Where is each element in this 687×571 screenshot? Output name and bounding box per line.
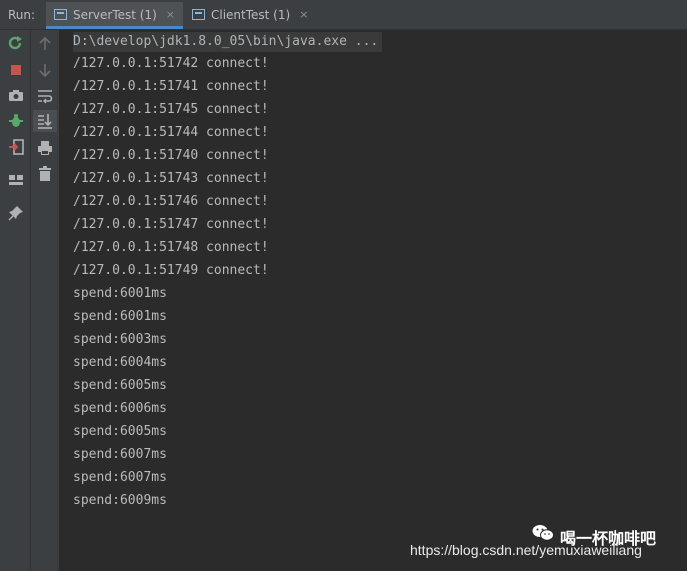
print-icon[interactable]: [37, 140, 53, 156]
console-line: /127.0.0.1:51742 connect!: [73, 56, 269, 71]
console-line: /127.0.0.1:51749 connect!: [73, 263, 269, 278]
console-line: /127.0.0.1:51746 connect!: [73, 194, 269, 209]
console-line: /127.0.0.1:51744 connect!: [73, 125, 269, 140]
scroll-to-end-icon[interactable]: [37, 113, 53, 129]
rerun-icon[interactable]: [8, 36, 24, 52]
trash-icon[interactable]: [37, 166, 53, 182]
console-toolbar: [31, 30, 60, 571]
console-output[interactable]: D:\develop\jdk1.8.0_05\bin\java.exe ... …: [61, 30, 687, 571]
tab-client-test[interactable]: ClientTest (1) ×: [184, 2, 316, 29]
tab-server-test[interactable]: ServerTest (1) ×: [46, 2, 184, 29]
debug-icon[interactable]: [8, 113, 24, 129]
close-icon[interactable]: ×: [166, 8, 175, 26]
camera-icon[interactable]: [8, 87, 24, 103]
up-arrow-icon[interactable]: [37, 36, 53, 52]
exit-icon[interactable]: [8, 139, 24, 155]
close-icon[interactable]: ×: [299, 8, 308, 29]
console-line: /127.0.0.1:51740 connect!: [73, 148, 269, 163]
console-icon: [192, 9, 205, 20]
command-line[interactable]: D:\develop\jdk1.8.0_05\bin\java.exe ...: [73, 32, 383, 52]
console-line: spend:6007ms: [73, 447, 167, 462]
console-line: /127.0.0.1:51743 connect!: [73, 171, 269, 186]
layout-icon[interactable]: [8, 172, 24, 188]
console-line: spend:6005ms: [73, 378, 167, 393]
wechat-icon: [532, 525, 554, 541]
pin-icon[interactable]: [8, 205, 24, 221]
console-line: spend:6003ms: [73, 332, 167, 347]
console-line: spend:6005ms: [73, 424, 167, 439]
stop-icon[interactable]: [8, 62, 24, 78]
console-line: spend:6007ms: [73, 470, 167, 485]
tab-label: ClientTest (1): [211, 8, 291, 22]
console-line: spend:6001ms: [73, 309, 167, 324]
console-line: spend:6009ms: [73, 493, 167, 508]
console-line: /127.0.0.1:51745 connect!: [73, 102, 269, 117]
down-arrow-icon[interactable]: [37, 62, 53, 78]
console-line: spend:6006ms: [73, 401, 167, 416]
console-line: spend:6001ms: [73, 286, 167, 301]
console-line: spend:6004ms: [73, 355, 167, 370]
console-icon: [54, 9, 67, 20]
run-label: Run:: [8, 8, 36, 22]
soft-wrap-icon[interactable]: [37, 88, 53, 104]
run-toolbar: [0, 30, 31, 571]
run-tab-bar: Run: ServerTest (1) × ClientTest (1) ×: [0, 0, 687, 30]
console-line: /127.0.0.1:51747 connect!: [73, 217, 269, 232]
tab-label: ServerTest (1): [73, 8, 157, 22]
console-line: /127.0.0.1:51748 connect!: [73, 240, 269, 255]
console-line: /127.0.0.1:51741 connect!: [73, 79, 269, 94]
watermark-url: https://blog.csdn.net/yemuxiaweiliang: [410, 542, 642, 558]
